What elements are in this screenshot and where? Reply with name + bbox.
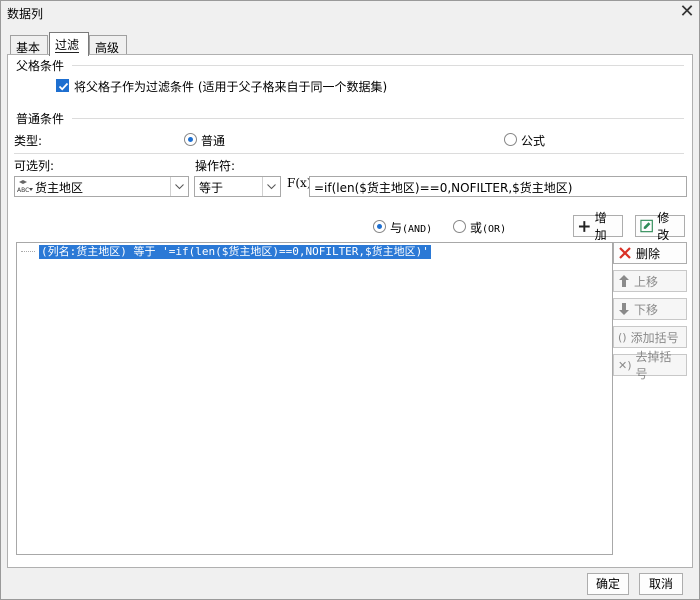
formula-icon-text: F(x) — [287, 176, 312, 190]
operator-label: 操作符: — [195, 159, 236, 173]
move-down-label: 下移 — [634, 302, 659, 317]
type-normal-radio[interactable] — [184, 133, 197, 146]
column-type-icon: ABC — [17, 180, 33, 194]
tab-filter[interactable]: 过滤 — [49, 32, 89, 56]
delete-icon — [619, 247, 631, 259]
svg-text:ABC: ABC — [17, 187, 29, 194]
filter-panel: 父格条件 将父格子作为过滤条件 (适用于父子格来自于同一个数据集) 普通条件 类… — [7, 54, 693, 568]
tab-basic-label: 基本 — [16, 41, 41, 55]
logic-and-radio[interactable] — [373, 220, 386, 233]
title-bar — [1, 1, 699, 25]
operator-value: 等于 — [199, 181, 224, 195]
arrow-down-icon — [619, 303, 629, 315]
type-normal-label: 普通 — [201, 134, 226, 148]
add-parenthesis-label: 添加括号 — [630, 330, 679, 345]
formula-icon[interactable]: F(x) — [287, 176, 311, 196]
remove-parenthesis-button[interactable]: ✕) 去掉括号 — [613, 350, 687, 381]
check-icon — [58, 82, 69, 91]
type-label: 类型: — [14, 134, 43, 148]
operator-select[interactable]: 等于 — [194, 176, 281, 197]
column-select[interactable]: ABC 货主地区 — [14, 176, 189, 197]
data-column-dialog: 数据列 ✕ 基本 过滤 高级 父格条件 将父格子作为过滤条件 (适用于父子格来自… — [0, 0, 700, 600]
remove-parenthesis-label: 去掉括号 — [635, 350, 672, 381]
parent-filter-checkbox[interactable] — [56, 79, 69, 92]
delete-condition-label: 删除 — [636, 246, 661, 261]
edit-condition-button[interactable]: 修改 — [635, 211, 685, 242]
tab-advanced-label: 高级 — [95, 41, 120, 55]
chevron-down-icon[interactable] — [170, 177, 188, 196]
window-title: 数据列 — [7, 7, 44, 21]
edit-icon — [640, 219, 653, 233]
chevron-down-icon[interactable] — [262, 177, 280, 196]
section-divider — [14, 153, 684, 154]
arrow-up-icon — [619, 275, 629, 287]
condition-list[interactable]: (列名:货主地区) 等于 '=if(len($货主地区)==0,NOFILTER… — [16, 242, 613, 555]
parent-condition-title: 父格条件 — [16, 59, 65, 73]
logic-and-label: 与(AND) — [390, 219, 432, 236]
close-icon[interactable]: ✕ — [677, 2, 697, 22]
plus-icon — [578, 220, 590, 232]
logic-and-suffix: (AND) — [402, 224, 433, 235]
ok-button[interactable]: 确定 — [587, 573, 629, 595]
move-up-label: 上移 — [634, 274, 659, 289]
logic-or-suffix: (OR) — [482, 224, 507, 235]
logic-or-radio[interactable] — [453, 220, 466, 233]
logic-and-text: 与 — [390, 221, 403, 235]
move-down-button[interactable]: 下移 — [613, 298, 687, 320]
column-value: 货主地区 — [35, 181, 84, 195]
edit-condition-label: 修改 — [657, 211, 670, 242]
tab-filter-label: 过滤 — [55, 38, 80, 53]
type-formula-label: 公式 — [521, 134, 546, 148]
common-condition-title: 普通条件 — [16, 112, 65, 126]
logic-or-text: 或 — [470, 221, 483, 235]
section-divider — [72, 118, 684, 119]
type-formula-radio[interactable] — [504, 133, 517, 146]
logic-or-label: 或(OR) — [470, 219, 506, 236]
condition-row[interactable]: (列名:货主地区) 等于 '=if(len($货主地区)==0,NOFILTER… — [39, 245, 431, 259]
add-parenthesis-button[interactable]: () 添加括号 — [613, 326, 687, 348]
formula-field[interactable]: =if(len($货主地区)==0,NOFILTER,$货主地区) — [309, 176, 687, 197]
add-condition-button[interactable]: 增加 — [573, 211, 623, 242]
move-up-button[interactable]: 上移 — [613, 270, 687, 292]
add-condition-label: 增加 — [594, 211, 607, 242]
remove-parenthesis-icon: ✕) — [618, 358, 632, 372]
section-divider — [72, 65, 684, 66]
cancel-button[interactable]: 取消 — [639, 573, 683, 595]
parent-filter-label: 将父格子作为过滤条件 (适用于父子格来自于同一个数据集) — [74, 80, 388, 94]
parenthesis-icon: () — [618, 330, 627, 344]
column-label: 可选列: — [14, 159, 55, 173]
delete-condition-button[interactable]: 删除 — [613, 242, 687, 264]
tree-line — [21, 251, 35, 252]
